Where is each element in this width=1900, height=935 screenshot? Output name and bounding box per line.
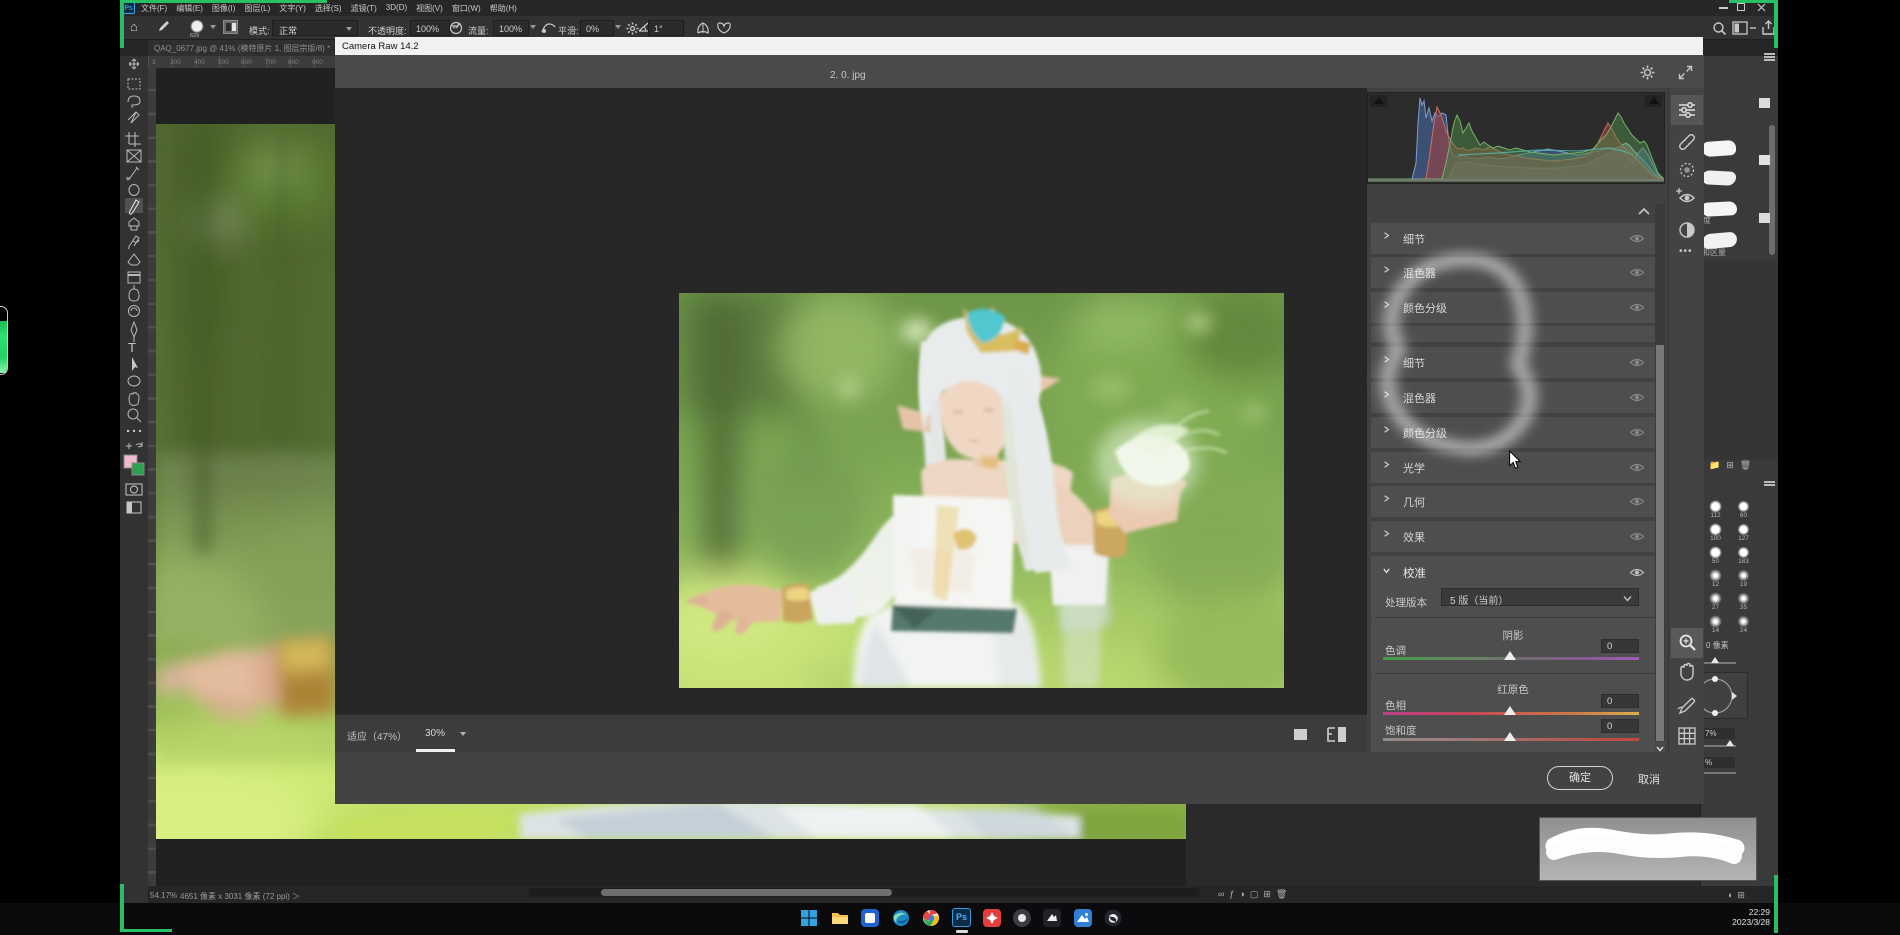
svg-text:T: T: [128, 340, 136, 355]
